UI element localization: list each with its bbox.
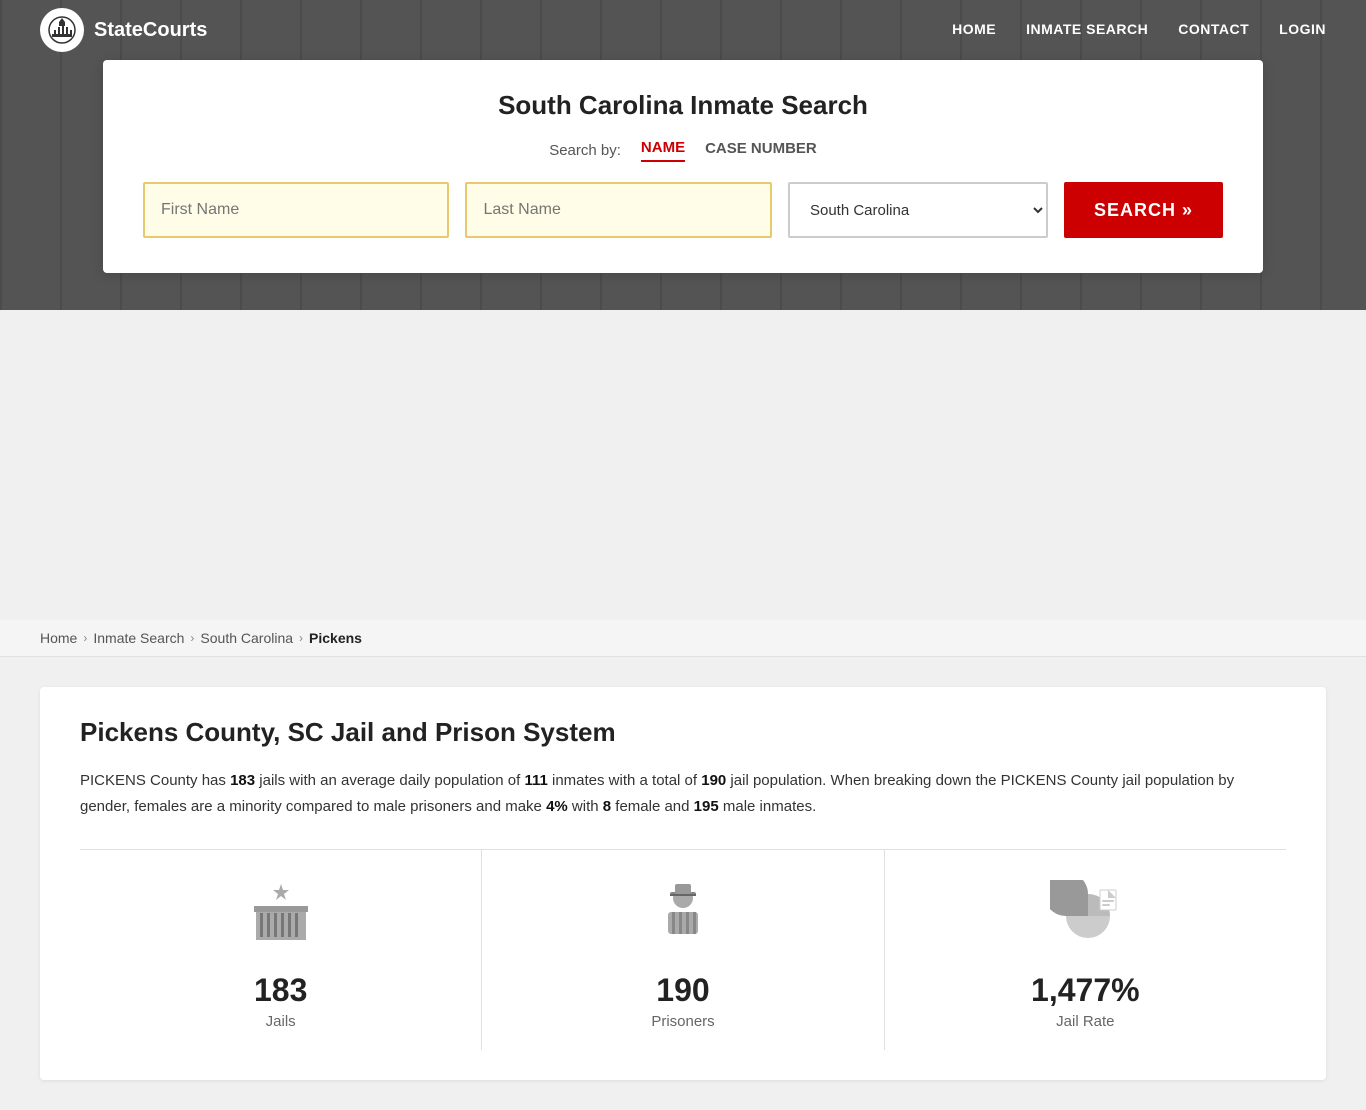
logo[interactable]: StateCourts (40, 8, 207, 52)
breadcrumb-sep-1: › (83, 631, 87, 645)
prisoners-stat-number: 190 (656, 972, 709, 1009)
jail-rate-icon (1050, 880, 1120, 960)
breadcrumb: Home › Inmate Search › South Carolina › … (0, 620, 1366, 657)
jail-rate-stat-label: Jail Rate (1056, 1013, 1114, 1030)
county-description: PICKENS County has 183 jails with an ave… (80, 768, 1286, 819)
nav-contact[interactable]: CONTACT (1178, 21, 1249, 37)
logo-icon (40, 8, 84, 52)
tab-case-number[interactable]: CASE NUMBER (705, 140, 817, 161)
male-count-inline: 195 (694, 798, 719, 815)
breadcrumb-inmate-search[interactable]: Inmate Search (93, 630, 184, 646)
total-population-inline: 190 (701, 772, 726, 789)
logo-text: StateCourts (94, 19, 207, 42)
jails-stat-label: Jails (266, 1013, 296, 1030)
prisoner-icon (648, 880, 718, 960)
breadcrumb-home[interactable]: Home (40, 630, 77, 646)
stats-row: 183 Jails (80, 849, 1286, 1050)
last-name-input[interactable] (465, 182, 771, 238)
nav-inmate-search[interactable]: INMATE SEARCH (1026, 21, 1148, 37)
search-by-label: Search by: (549, 142, 621, 159)
female-count-inline: 8 (603, 798, 611, 815)
jail-rate-stat-number: 1,477% (1031, 972, 1140, 1009)
breadcrumb-sep-2: › (190, 631, 194, 645)
jails-stat-number: 183 (254, 972, 307, 1009)
search-card: South Carolina Inmate Search Search by: … (103, 60, 1263, 273)
jails-count-inline: 183 (230, 772, 255, 789)
tab-name[interactable]: NAME (641, 139, 685, 162)
state-select[interactable]: South Carolina (788, 182, 1048, 238)
stat-prisoners: 190 Prisoners (482, 850, 884, 1050)
header: COURTHOUSE StateCourts HOME (0, 0, 1366, 310)
nav-login[interactable]: LOGIN (1279, 21, 1326, 37)
avg-population-inline: 111 (524, 772, 547, 789)
nav-home[interactable]: HOME (952, 21, 996, 37)
prisoners-stat-label: Prisoners (651, 1013, 714, 1030)
jail-icon (246, 880, 316, 960)
breadcrumb-state[interactable]: South Carolina (200, 630, 293, 646)
search-fields: South Carolina SEARCH » (143, 182, 1223, 238)
stat-jails: 183 Jails (80, 850, 482, 1050)
search-card-title: South Carolina Inmate Search (143, 90, 1223, 121)
first-name-input[interactable] (143, 182, 449, 238)
content-card: Pickens County, SC Jail and Prison Syste… (40, 687, 1326, 1080)
stat-jail-rate: 1,477% Jail Rate (885, 850, 1286, 1050)
breadcrumb-current: Pickens (309, 630, 362, 646)
search-button[interactable]: SEARCH » (1064, 182, 1223, 238)
main-content: Pickens County, SC Jail and Prison Syste… (0, 657, 1366, 1110)
county-title: Pickens County, SC Jail and Prison Syste… (80, 717, 1286, 748)
nav-links: HOME INMATE SEARCH CONTACT LOGIN (952, 21, 1326, 39)
navigation: StateCourts HOME INMATE SEARCH CONTACT L… (0, 0, 1366, 60)
search-by-row: Search by: NAME CASE NUMBER (143, 139, 1223, 162)
breadcrumb-sep-3: › (299, 631, 303, 645)
female-pct-inline: 4% (546, 798, 568, 815)
